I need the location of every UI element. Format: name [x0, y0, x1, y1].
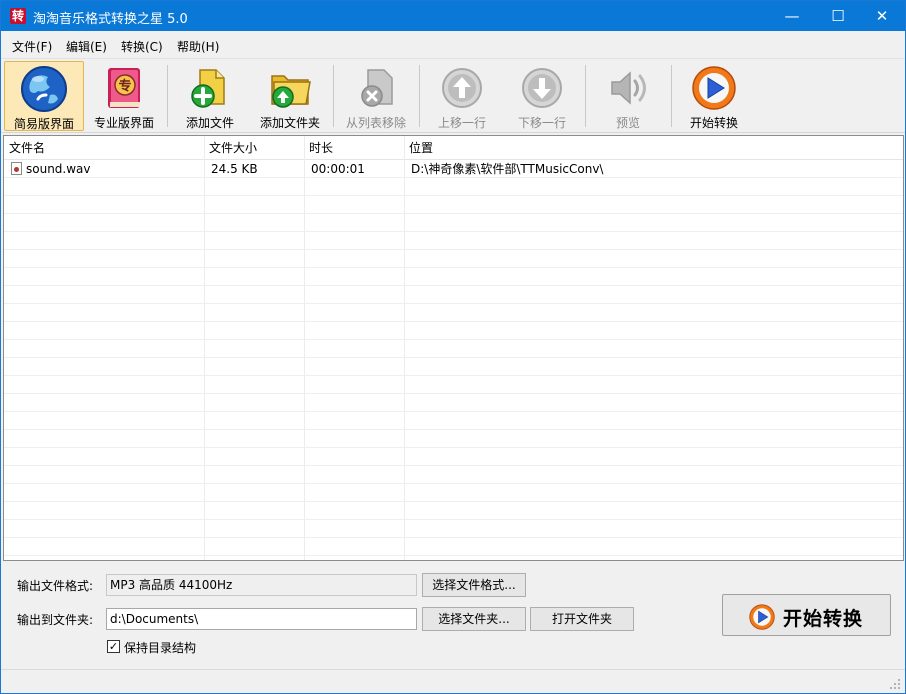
- start-convert-toolbar-button[interactable]: 开始转换: [677, 61, 751, 131]
- add-folder-label: 添加文件夹: [259, 116, 320, 130]
- start-convert-toolbar-label: 开始转换: [689, 116, 738, 130]
- preview-button[interactable]: 预览: [591, 61, 665, 131]
- menu-convert[interactable]: 转换(C): [121, 38, 163, 55]
- add-file-label: 添加文件: [185, 116, 234, 130]
- play-icon: [749, 604, 775, 630]
- empty-row: [4, 286, 903, 304]
- file-list[interactable]: 文件名 文件大小 时长 位置 sound.wav 24.5 KB 00:00:0…: [3, 135, 904, 561]
- window-title: 淘淘音乐格式转换之星 5.0: [33, 12, 188, 27]
- pro-mode-button[interactable]: 专 专业版界面: [88, 61, 160, 131]
- empty-row: [4, 304, 903, 322]
- minimize-button[interactable]: —: [769, 1, 815, 31]
- globe-icon: [21, 66, 67, 112]
- title-bar: 转 淘淘音乐格式转换之星 5.0 — ☐ ✕: [1, 1, 905, 31]
- empty-row: [4, 466, 903, 484]
- column-header-duration[interactable]: 时长: [304, 136, 404, 160]
- arrow-up-icon: [442, 68, 482, 108]
- choose-folder-button[interactable]: 选择文件夹...: [422, 607, 526, 631]
- speaker-icon: [611, 71, 646, 105]
- book-icon: 专: [108, 68, 140, 108]
- play-icon: [692, 66, 736, 110]
- empty-row: [4, 376, 903, 394]
- empty-row: [4, 520, 903, 538]
- add-folder-icon: [271, 75, 311, 108]
- empty-row: [4, 538, 903, 556]
- empty-row: [4, 448, 903, 466]
- svg-text:专: 专: [118, 78, 131, 94]
- move-up-button[interactable]: 上移一行: [425, 61, 499, 131]
- app-logo-icon: 转: [10, 8, 26, 24]
- keep-structure-checkbox[interactable]: ✓: [107, 640, 120, 653]
- empty-row: [4, 268, 903, 286]
- toolbar: 简易版界面 专 专业版界面 添加文件 添加文件夹 从列表移除 上移一行 下移一行…: [1, 59, 905, 133]
- toolbar-separator: [333, 65, 334, 127]
- menu-bar: 文件(F) 编辑(E) 转换(C) 帮助(H): [1, 31, 905, 59]
- add-file-button[interactable]: 添加文件: [173, 61, 247, 131]
- remove-from-list-button[interactable]: 从列表移除: [339, 61, 413, 131]
- column-header-size[interactable]: 文件大小: [204, 136, 304, 160]
- empty-row: [4, 196, 903, 214]
- status-bar: [1, 669, 905, 693]
- empty-row: [4, 412, 903, 430]
- menu-edit[interactable]: 编辑(E): [66, 38, 107, 55]
- output-format-field: MP3 高品质 44100Hz: [106, 574, 417, 596]
- simple-mode-button[interactable]: 简易版界面: [4, 61, 84, 131]
- toolbar-separator: [671, 65, 672, 127]
- open-folder-button[interactable]: 打开文件夹: [530, 607, 634, 631]
- table-row[interactable]: sound.wav 24.5 KB 00:00:01 D:\神奇像素\软件部\T…: [4, 160, 903, 178]
- list-header: 文件名 文件大小 时长 位置: [4, 136, 903, 160]
- toolbar-separator: [167, 65, 168, 127]
- output-folder-label: 输出到文件夹:: [17, 613, 94, 627]
- empty-row: [4, 484, 903, 502]
- maximize-button[interactable]: ☐: [815, 1, 861, 31]
- empty-row: [4, 430, 903, 448]
- app-window: 转 淘淘音乐格式转换之星 5.0 — ☐ ✕ 文件(F) 编辑(E) 转换(C)…: [0, 0, 906, 694]
- empty-row: [4, 232, 903, 250]
- output-folder-field[interactable]: d:\Documents\: [106, 608, 417, 630]
- simple-mode-label: 简易版界面: [13, 117, 74, 131]
- file-size-cell: 24.5 KB: [211, 162, 258, 176]
- keep-structure-label: 保持目录结构: [124, 641, 197, 655]
- pro-mode-label: 专业版界面: [93, 116, 154, 130]
- empty-row: [4, 178, 903, 196]
- start-convert-button[interactable]: 开始转换: [722, 594, 891, 636]
- empty-row: [4, 394, 903, 412]
- close-button[interactable]: ✕: [859, 1, 905, 31]
- toolbar-separator: [585, 65, 586, 127]
- empty-row: [4, 340, 903, 358]
- remove-from-list-label: 从列表移除: [345, 116, 406, 130]
- arrow-down-icon: [522, 68, 562, 108]
- resize-grip-icon[interactable]: [889, 678, 901, 690]
- move-down-label: 下移一行: [517, 116, 566, 130]
- empty-row: [4, 250, 903, 268]
- choose-format-button[interactable]: 选择文件格式...: [422, 573, 526, 597]
- add-file-icon: [191, 69, 225, 108]
- file-name-cell: sound.wav: [26, 162, 91, 176]
- toolbar-separator: [419, 65, 420, 127]
- menu-file[interactable]: 文件(F): [12, 38, 52, 55]
- empty-row: [4, 502, 903, 520]
- column-header-name[interactable]: 文件名: [4, 136, 204, 160]
- move-up-label: 上移一行: [437, 116, 486, 130]
- output-panel: 输出文件格式: MP3 高品质 44100Hz 选择文件格式... 输出到文件夹…: [1, 563, 905, 669]
- location-cell: D:\神奇像素\软件部\TTMusicConv\: [411, 162, 604, 176]
- add-folder-button[interactable]: 添加文件夹: [253, 61, 327, 131]
- start-convert-label: 开始转换: [783, 608, 864, 630]
- remove-icon: [361, 69, 393, 107]
- empty-row: [4, 214, 903, 232]
- preview-label: 预览: [615, 116, 640, 130]
- move-down-button[interactable]: 下移一行: [505, 61, 579, 131]
- duration-cell: 00:00:01: [311, 162, 365, 176]
- output-format-label: 输出文件格式:: [17, 579, 94, 593]
- menu-help[interactable]: 帮助(H): [177, 38, 219, 55]
- empty-row: [4, 358, 903, 376]
- empty-row: [4, 322, 903, 340]
- column-header-location[interactable]: 位置: [404, 136, 903, 160]
